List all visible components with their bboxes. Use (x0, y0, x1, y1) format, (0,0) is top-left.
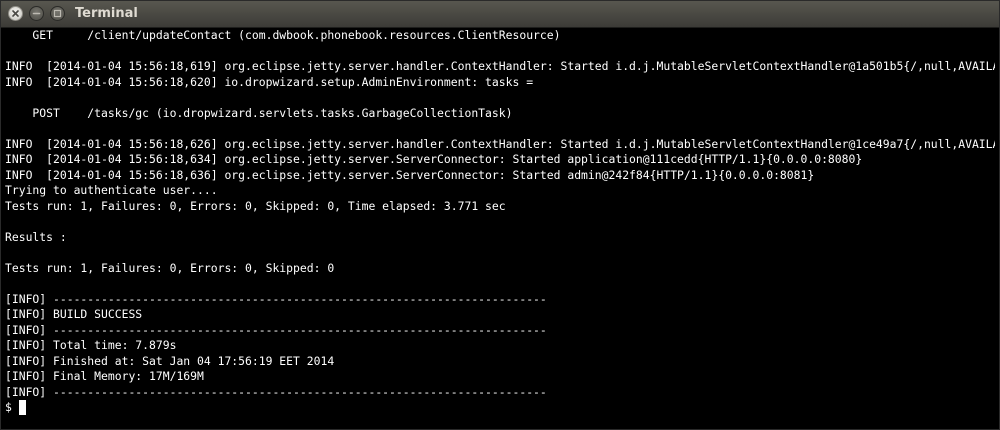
terminal-line: [INFO] Final Memory: 17M/169M (5, 369, 204, 383)
shell-prompt: $ (5, 400, 12, 414)
terminal-window: Terminal GET /client/updateContact (com.… (0, 0, 1000, 430)
terminal-line: INFO [2014-01-04 15:56:18,626] org.eclip… (5, 136, 995, 151)
terminal-line: [INFO] BUILD SUCCESS (5, 307, 143, 321)
terminal-line: [INFO] ---------------------------------… (5, 384, 547, 399)
terminal-line: GET /client/updateContact (com.dwbook.ph… (5, 28, 561, 42)
terminal-line: Tests run: 1, Failures: 0, Errors: 0, Sk… (5, 198, 506, 213)
close-icon (12, 10, 19, 17)
terminal-line: INFO [2014-01-04 15:56:18,620] io.dropwi… (5, 74, 534, 89)
terminal-line: Trying to authenticate user.... (5, 183, 218, 197)
terminal-line: POST /tasks/gc (io.dropwizard.servlets.t… (5, 105, 513, 120)
window-title: Terminal (75, 6, 138, 21)
terminal-line: Tests run: 1, Failures: 0, Errors: 0, Sk… (5, 260, 335, 275)
terminal-line: [INFO] ---------------------------------… (5, 322, 547, 337)
terminal-line: [INFO] Finished at: Sat Jan 04 17:56:19 … (5, 353, 335, 368)
terminal-line: INFO [2014-01-04 15:56:18,619] org.eclip… (5, 59, 995, 73)
title-bar[interactable]: Terminal (1, 1, 999, 28)
close-button[interactable] (8, 6, 23, 21)
terminal-output[interactable]: GET /client/updateContact (com.dwbook.ph… (5, 28, 995, 428)
maximize-icon (53, 9, 62, 18)
terminal-line: INFO [2014-01-04 15:56:18,634] org.eclip… (5, 152, 863, 166)
text-cursor (18, 400, 26, 416)
minimize-icon (32, 12, 41, 15)
terminal-line: Results : (5, 229, 67, 244)
terminal-line: INFO [2014-01-04 15:56:18,636] org.eclip… (5, 167, 815, 182)
terminal-line: [INFO] Total time: 7.879s (5, 338, 177, 352)
minimize-button[interactable] (29, 6, 44, 21)
terminal-line: [INFO] ---------------------------------… (5, 291, 547, 306)
maximize-button[interactable] (50, 6, 65, 21)
prompt-line[interactable]: $ (5, 400, 995, 416)
